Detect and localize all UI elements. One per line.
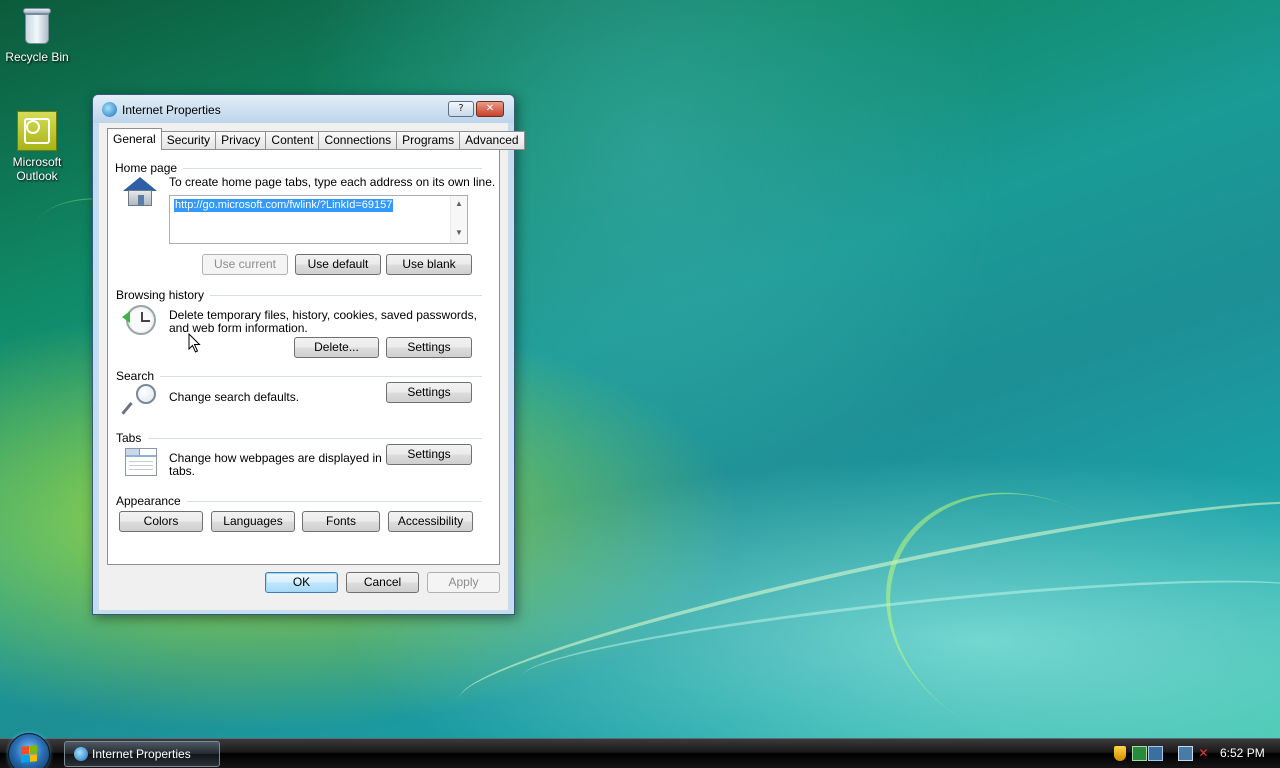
search-magnifier-icon: [121, 384, 158, 418]
cancel-button[interactable]: Cancel: [346, 572, 419, 593]
fonts-button[interactable]: Fonts: [302, 511, 380, 532]
general-tab-panel: Home page To create home page tabs, type…: [107, 149, 500, 565]
taskbar-clock[interactable]: 6:52 PM: [1220, 746, 1265, 760]
search-text: Change search defaults.: [169, 390, 300, 404]
section-divider: [148, 438, 482, 439]
languages-button[interactable]: Languages: [211, 511, 295, 532]
taskbar: Internet Properties ✕ 6:52 PM: [0, 733, 1280, 768]
tabs-heading: Tabs: [116, 431, 148, 445]
dialog-titlebar[interactable]: Internet Properties ? ✕: [93, 95, 514, 123]
desktop-icon-outlook[interactable]: Microsoft Outlook: [1, 111, 73, 183]
desktop-icon-label: Microsoft Outlook: [12, 155, 62, 183]
tab-privacy[interactable]: Privacy: [215, 131, 266, 150]
section-divider: [200, 295, 482, 296]
home-page-instruction: To create home page tabs, type each addr…: [169, 175, 496, 189]
tab-advanced[interactable]: Advanced: [459, 131, 525, 150]
tab-security[interactable]: Security: [161, 131, 216, 150]
tab-content[interactable]: Content: [265, 131, 319, 150]
network-status-icon[interactable]: [1132, 746, 1147, 761]
tabs-settings-button[interactable]: Settings: [386, 444, 472, 465]
updates-icon[interactable]: [1148, 746, 1163, 761]
windows-logo-icon: [21, 745, 37, 763]
wallpaper-streak: [518, 558, 1280, 712]
internet-options-icon: [74, 747, 88, 761]
browsing-history-heading: Browsing history: [116, 288, 211, 302]
delete-history-button[interactable]: Delete...: [294, 337, 379, 358]
home-page-heading: Home page: [115, 161, 184, 175]
tabs-text-line2: tabs.: [169, 464, 196, 478]
scroll-down-icon[interactable]: ▼: [455, 228, 463, 237]
history-settings-button[interactable]: Settings: [386, 337, 472, 358]
home-page-url-textarea[interactable]: http://go.microsoft.com/fwlink/?LinkId=6…: [169, 195, 468, 244]
internet-options-icon: [102, 102, 117, 117]
mouse-cursor-icon: [188, 332, 202, 357]
home-icon: [123, 177, 157, 207]
desktop-icon-recycle-bin[interactable]: Recycle Bin: [1, 2, 73, 64]
url-scrollbar[interactable]: ▲ ▼: [450, 196, 467, 243]
network-icon[interactable]: [1178, 746, 1193, 761]
wallpaper-streak: [841, 443, 1219, 768]
ok-button[interactable]: OK: [265, 572, 338, 593]
apply-button[interactable]: Apply: [427, 572, 500, 593]
start-button[interactable]: [8, 733, 50, 768]
tab-general[interactable]: General: [107, 128, 162, 150]
section-divider: [184, 501, 482, 502]
section-divider: [156, 376, 482, 377]
tabs-window-icon: [125, 448, 157, 476]
colors-button[interactable]: Colors: [119, 511, 203, 532]
desktop-icon-label: Recycle Bin: [5, 50, 69, 64]
appearance-heading: Appearance: [116, 494, 187, 508]
close-button[interactable]: ✕: [476, 101, 504, 117]
dialog-client: General Security Privacy Content Connect…: [99, 123, 525, 610]
use-default-button[interactable]: Use default: [295, 254, 381, 275]
search-heading: Search: [116, 369, 161, 383]
security-shield-icon[interactable]: [1114, 746, 1126, 761]
search-settings-button[interactable]: Settings: [386, 382, 472, 403]
help-button[interactable]: ?: [448, 101, 474, 117]
home-page-url-value: http://go.microsoft.com/fwlink/?LinkId=6…: [174, 199, 394, 212]
tabs-text-line1: Change how webpages are displayed in: [169, 451, 382, 465]
history-clock-icon: [122, 305, 156, 335]
taskbar-item-label: Internet Properties: [92, 747, 191, 761]
recycle-bin-icon: [21, 2, 53, 46]
tab-strip: General Security Privacy Content Connect…: [107, 128, 525, 150]
use-current-button[interactable]: Use current: [202, 254, 288, 275]
dialog-title: Internet Properties: [122, 103, 221, 117]
wallpaper-streak: [450, 467, 1280, 743]
volume-muted-icon[interactable]: ✕: [1196, 746, 1211, 761]
use-blank-button[interactable]: Use blank: [386, 254, 472, 275]
tab-programs[interactable]: Programs: [396, 131, 460, 150]
accessibility-button[interactable]: Accessibility: [388, 511, 473, 532]
scroll-up-icon[interactable]: ▲: [455, 199, 463, 208]
internet-properties-dialog: Internet Properties ? ✕ General Security…: [92, 94, 525, 615]
section-divider: [172, 168, 482, 169]
outlook-icon: [17, 111, 57, 151]
tab-connections[interactable]: Connections: [318, 131, 397, 150]
taskbar-item-internet-properties[interactable]: Internet Properties: [64, 741, 220, 767]
